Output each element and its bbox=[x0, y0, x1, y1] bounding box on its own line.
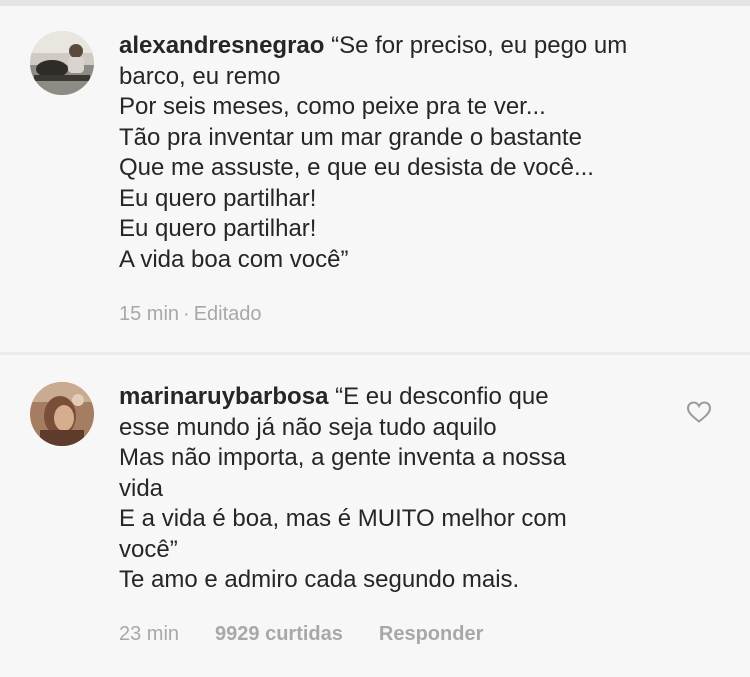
avatar[interactable] bbox=[30, 31, 94, 95]
comment-text: alexandresnegrao “Se for preciso, eu peg… bbox=[119, 31, 679, 275]
comment-line: Que me assuste, e que eu desista de você… bbox=[119, 154, 594, 181]
comment-line: você” bbox=[119, 535, 178, 563]
comment-line: E a vida é boa, mas é MUITO melhor com bbox=[119, 505, 567, 532]
comment-line: Eu quero partilhar! bbox=[119, 184, 317, 212]
username-link[interactable]: marinaruybarbosa bbox=[119, 383, 328, 410]
heart-outline-icon[interactable] bbox=[686, 400, 712, 424]
comment-item: alexandresnegrao “Se for preciso, eu peg… bbox=[0, 0, 750, 352]
comment-line: barco, eu remo bbox=[119, 62, 281, 90]
comment-line: esse mundo já não seja tudo aquilo bbox=[119, 413, 497, 441]
comment-line: Te amo e admiro cada segundo mais. bbox=[119, 566, 520, 593]
comment-line: Mas não importa, a gente inventa a nossa bbox=[119, 444, 566, 471]
timestamp: 15 min bbox=[119, 303, 180, 325]
comment-meta: 15 min · Editado bbox=[119, 303, 262, 326]
reply-button[interactable]: Responder bbox=[379, 623, 483, 646]
comment-divider bbox=[0, 352, 750, 355]
comment-text: marinaruybarbosa “E eu desconfio que ess… bbox=[119, 382, 679, 596]
edited-label: Editado bbox=[193, 303, 262, 325]
username-link[interactable]: alexandresnegrao bbox=[119, 32, 324, 59]
comment-line: Por seis meses, como peixe pra te ver... bbox=[119, 93, 546, 120]
comment-line: “E eu desconfio que bbox=[335, 383, 549, 410]
comment-line: A vida boa com você” bbox=[119, 245, 349, 273]
comment-line: “Se for preciso, eu pego um bbox=[331, 32, 628, 59]
timestamp: 23 min bbox=[119, 623, 180, 645]
comment-line: vida bbox=[119, 474, 164, 502]
comment-meta: 23 min 9929 curtidas Responder bbox=[119, 623, 483, 646]
comment-item: marinaruybarbosa “E eu desconfio que ess… bbox=[0, 356, 750, 677]
likes-count[interactable]: 9929 curtidas bbox=[215, 623, 343, 646]
avatar[interactable] bbox=[30, 382, 94, 446]
comment-line: Tão pra inventar um mar grande o bastant… bbox=[119, 123, 582, 151]
comment-line: Eu quero partilhar! bbox=[119, 215, 317, 242]
meta-separator: · bbox=[183, 303, 190, 325]
